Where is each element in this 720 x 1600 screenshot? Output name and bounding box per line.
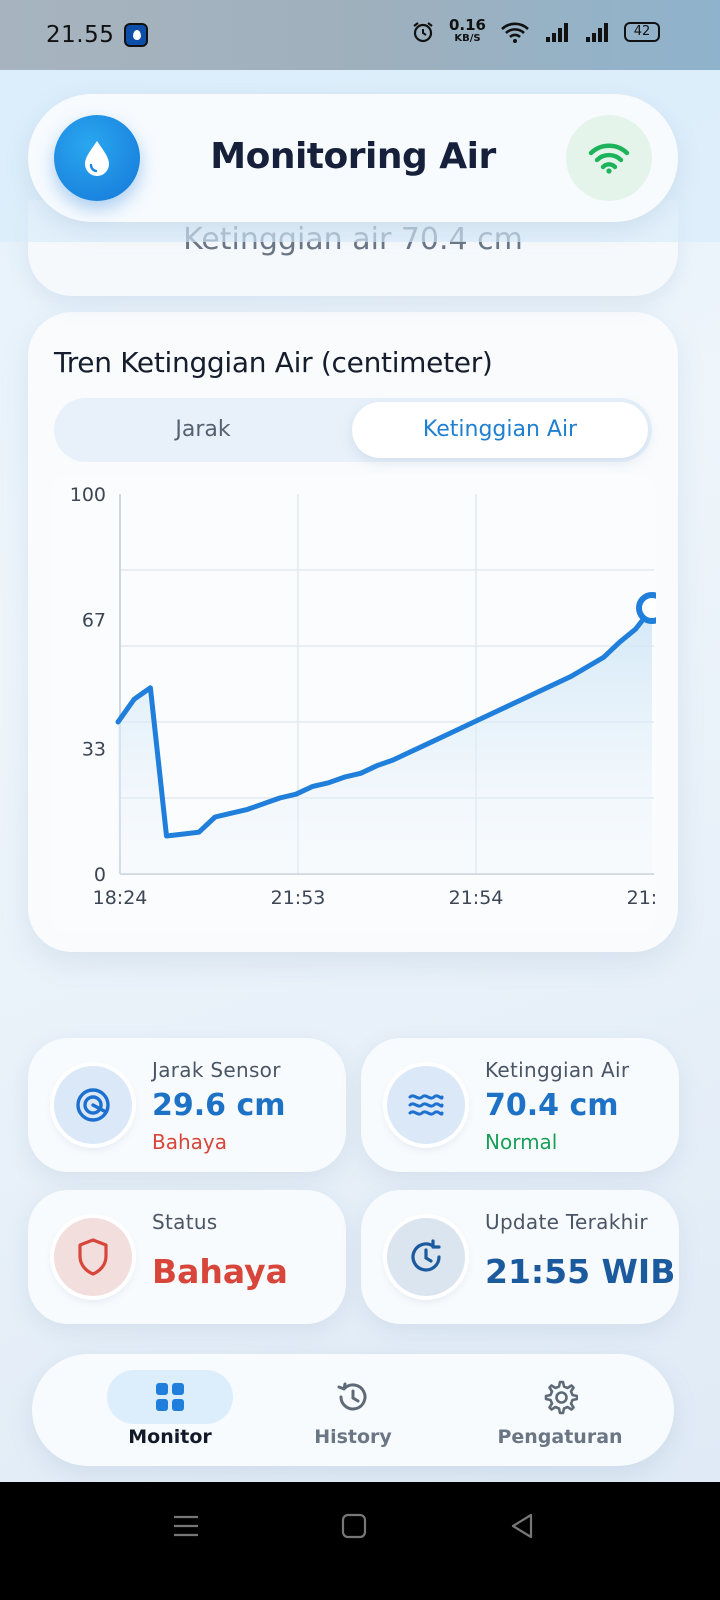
distance-value: 29.6 cm (152, 1088, 286, 1123)
last-update-value: 21:55 WIB (485, 1252, 676, 1291)
nav-pengaturan-label: Pengaturan (497, 1426, 623, 1448)
tab-jarak[interactable]: Jarak (58, 402, 348, 458)
app-header: Monitoring Air (28, 94, 678, 222)
nav-pengaturan[interactable]: Pengaturan (470, 1354, 650, 1466)
shield-icon (54, 1218, 132, 1296)
status-time: 21.55 (46, 22, 115, 48)
trend-chart-card: Tren Ketinggian Air (centimeter) Jarak K… (28, 312, 682, 952)
signal-icon-1 (546, 22, 568, 42)
history-icon (263, 1380, 443, 1414)
connection-status-button[interactable] (566, 115, 652, 201)
status-card: Status Bahaya (28, 1190, 346, 1324)
water-level-status: Normal (485, 1130, 558, 1154)
waves-icon (387, 1066, 465, 1144)
distance-sensor-card: Jarak Sensor 29.6 cm Bahaya (28, 1038, 346, 1172)
y-tick-label: 100 (70, 484, 106, 506)
water-level-value: 70.4 cm (485, 1088, 619, 1123)
chart-title: Tren Ketinggian Air (centimeter) (54, 346, 493, 379)
x-tick-label: 21:55 (627, 887, 656, 909)
distance-status: Bahaya (152, 1130, 227, 1154)
bottom-navigation: Monitor History Pengaturan (32, 1354, 674, 1466)
nav-history-label: History (314, 1426, 392, 1448)
signal-icon-2 (586, 22, 608, 42)
y-tick-label: 67 (82, 609, 106, 631)
speed-value: 0.16 (448, 16, 486, 34)
menu-icon[interactable] (172, 1512, 200, 1540)
last-update-label: Update Terakhir (485, 1210, 648, 1234)
nav-history[interactable]: History (263, 1354, 443, 1466)
y-tick-label: 33 (82, 739, 106, 761)
nav-monitor[interactable]: Monitor (56, 1354, 284, 1466)
status-label: Status (152, 1210, 218, 1234)
gear-icon (470, 1380, 650, 1415)
wifi-icon (588, 143, 630, 174)
home-icon[interactable] (340, 1512, 368, 1540)
clock-refresh-icon (387, 1218, 465, 1296)
status-bar: 21.55 0.16 KB/S 42 (0, 0, 720, 70)
status-value: Bahaya (152, 1252, 288, 1291)
grid-icon (56, 1380, 284, 1414)
last-point-marker (636, 592, 668, 624)
tab-ketinggian-air[interactable]: Ketinggian Air (352, 402, 648, 458)
wifi-status-icon (501, 22, 529, 43)
network-speed: 0.16 KB/S (449, 18, 486, 45)
y-tick-label: 0 (94, 864, 106, 886)
distance-label: Jarak Sensor (152, 1058, 281, 1082)
x-tick-label: 21:53 (271, 887, 326, 909)
water-level-label: Ketinggian Air (485, 1058, 630, 1082)
water-app-icon (124, 23, 148, 47)
water-level-card: Ketinggian Air 70.4 cm Normal (361, 1038, 679, 1172)
back-icon[interactable] (508, 1512, 536, 1540)
x-tick-label: 18:24 (93, 887, 148, 909)
last-update-card: Update Terakhir 21:55 WIB (361, 1190, 679, 1324)
water-level-chart: 0 33 67 100 18:24 21:53 21:54 21:55 (70, 484, 682, 909)
sensor-radar-icon (54, 1066, 132, 1144)
chart-plot-area: 0 33 67 100 18:24 21:53 21:54 21:55 (50, 474, 682, 934)
nav-monitor-label: Monitor (128, 1426, 212, 1448)
x-tick-label: 21:54 (449, 887, 504, 909)
system-navigation-bar (0, 1482, 720, 1600)
speed-unit: KB/S (454, 33, 481, 44)
chart-tab-switch: Jarak Ketinggian Air (54, 398, 652, 462)
battery-indicator: 42 (624, 21, 660, 42)
status-icons: 0.16 KB/S 42 (411, 18, 660, 45)
alarm-icon (413, 21, 433, 42)
